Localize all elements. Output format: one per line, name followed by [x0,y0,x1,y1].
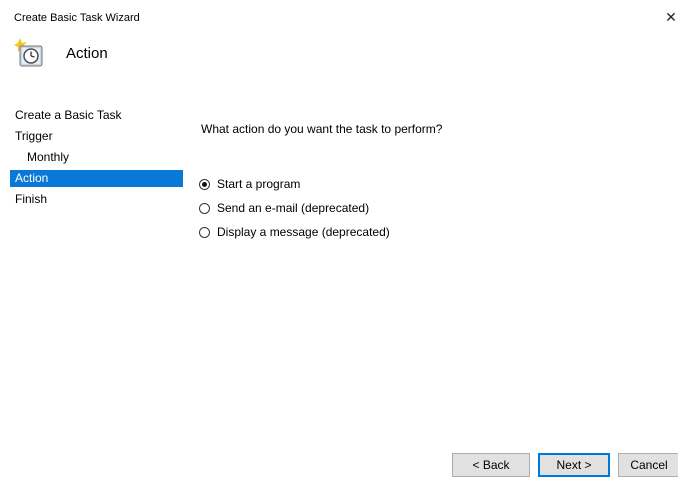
back-button[interactable]: < Back [452,453,530,477]
step-monthly: Monthly [27,150,70,164]
window-title: Create Basic Task Wizard [14,12,140,24]
task-scheduler-clock-icon [14,38,46,70]
cancel-button[interactable]: Cancel [618,453,678,477]
option-label: Start a program [217,177,301,191]
wizard-steps: Create a Basic Task Trigger Monthly Acti… [10,105,183,210]
option-display-message[interactable]: Display a message (deprecated) [199,220,390,244]
step-action: Action [10,170,183,187]
step-trigger: Trigger [15,129,53,143]
step-create-basic-task: Create a Basic Task [15,108,122,122]
next-button[interactable]: Next > [538,453,610,477]
action-options: Start a program Send an e-mail (deprecat… [199,172,390,244]
radio-display-message[interactable] [199,226,210,238]
close-button[interactable]: ✕ [664,8,678,26]
title-bar: Create Basic Task Wizard ✕ [0,0,678,34]
action-question: What action do you want the task to perf… [201,122,443,136]
option-send-email[interactable]: Send an e-mail (deprecated) [199,196,390,220]
option-start-program[interactable]: Start a program [199,172,390,196]
radio-send-email[interactable] [199,202,210,214]
radio-start-program[interactable] [199,178,210,190]
option-label: Display a message (deprecated) [217,225,390,239]
option-label: Send an e-mail (deprecated) [217,201,370,215]
step-finish: Finish [15,192,48,206]
page-title: Action [66,45,108,62]
